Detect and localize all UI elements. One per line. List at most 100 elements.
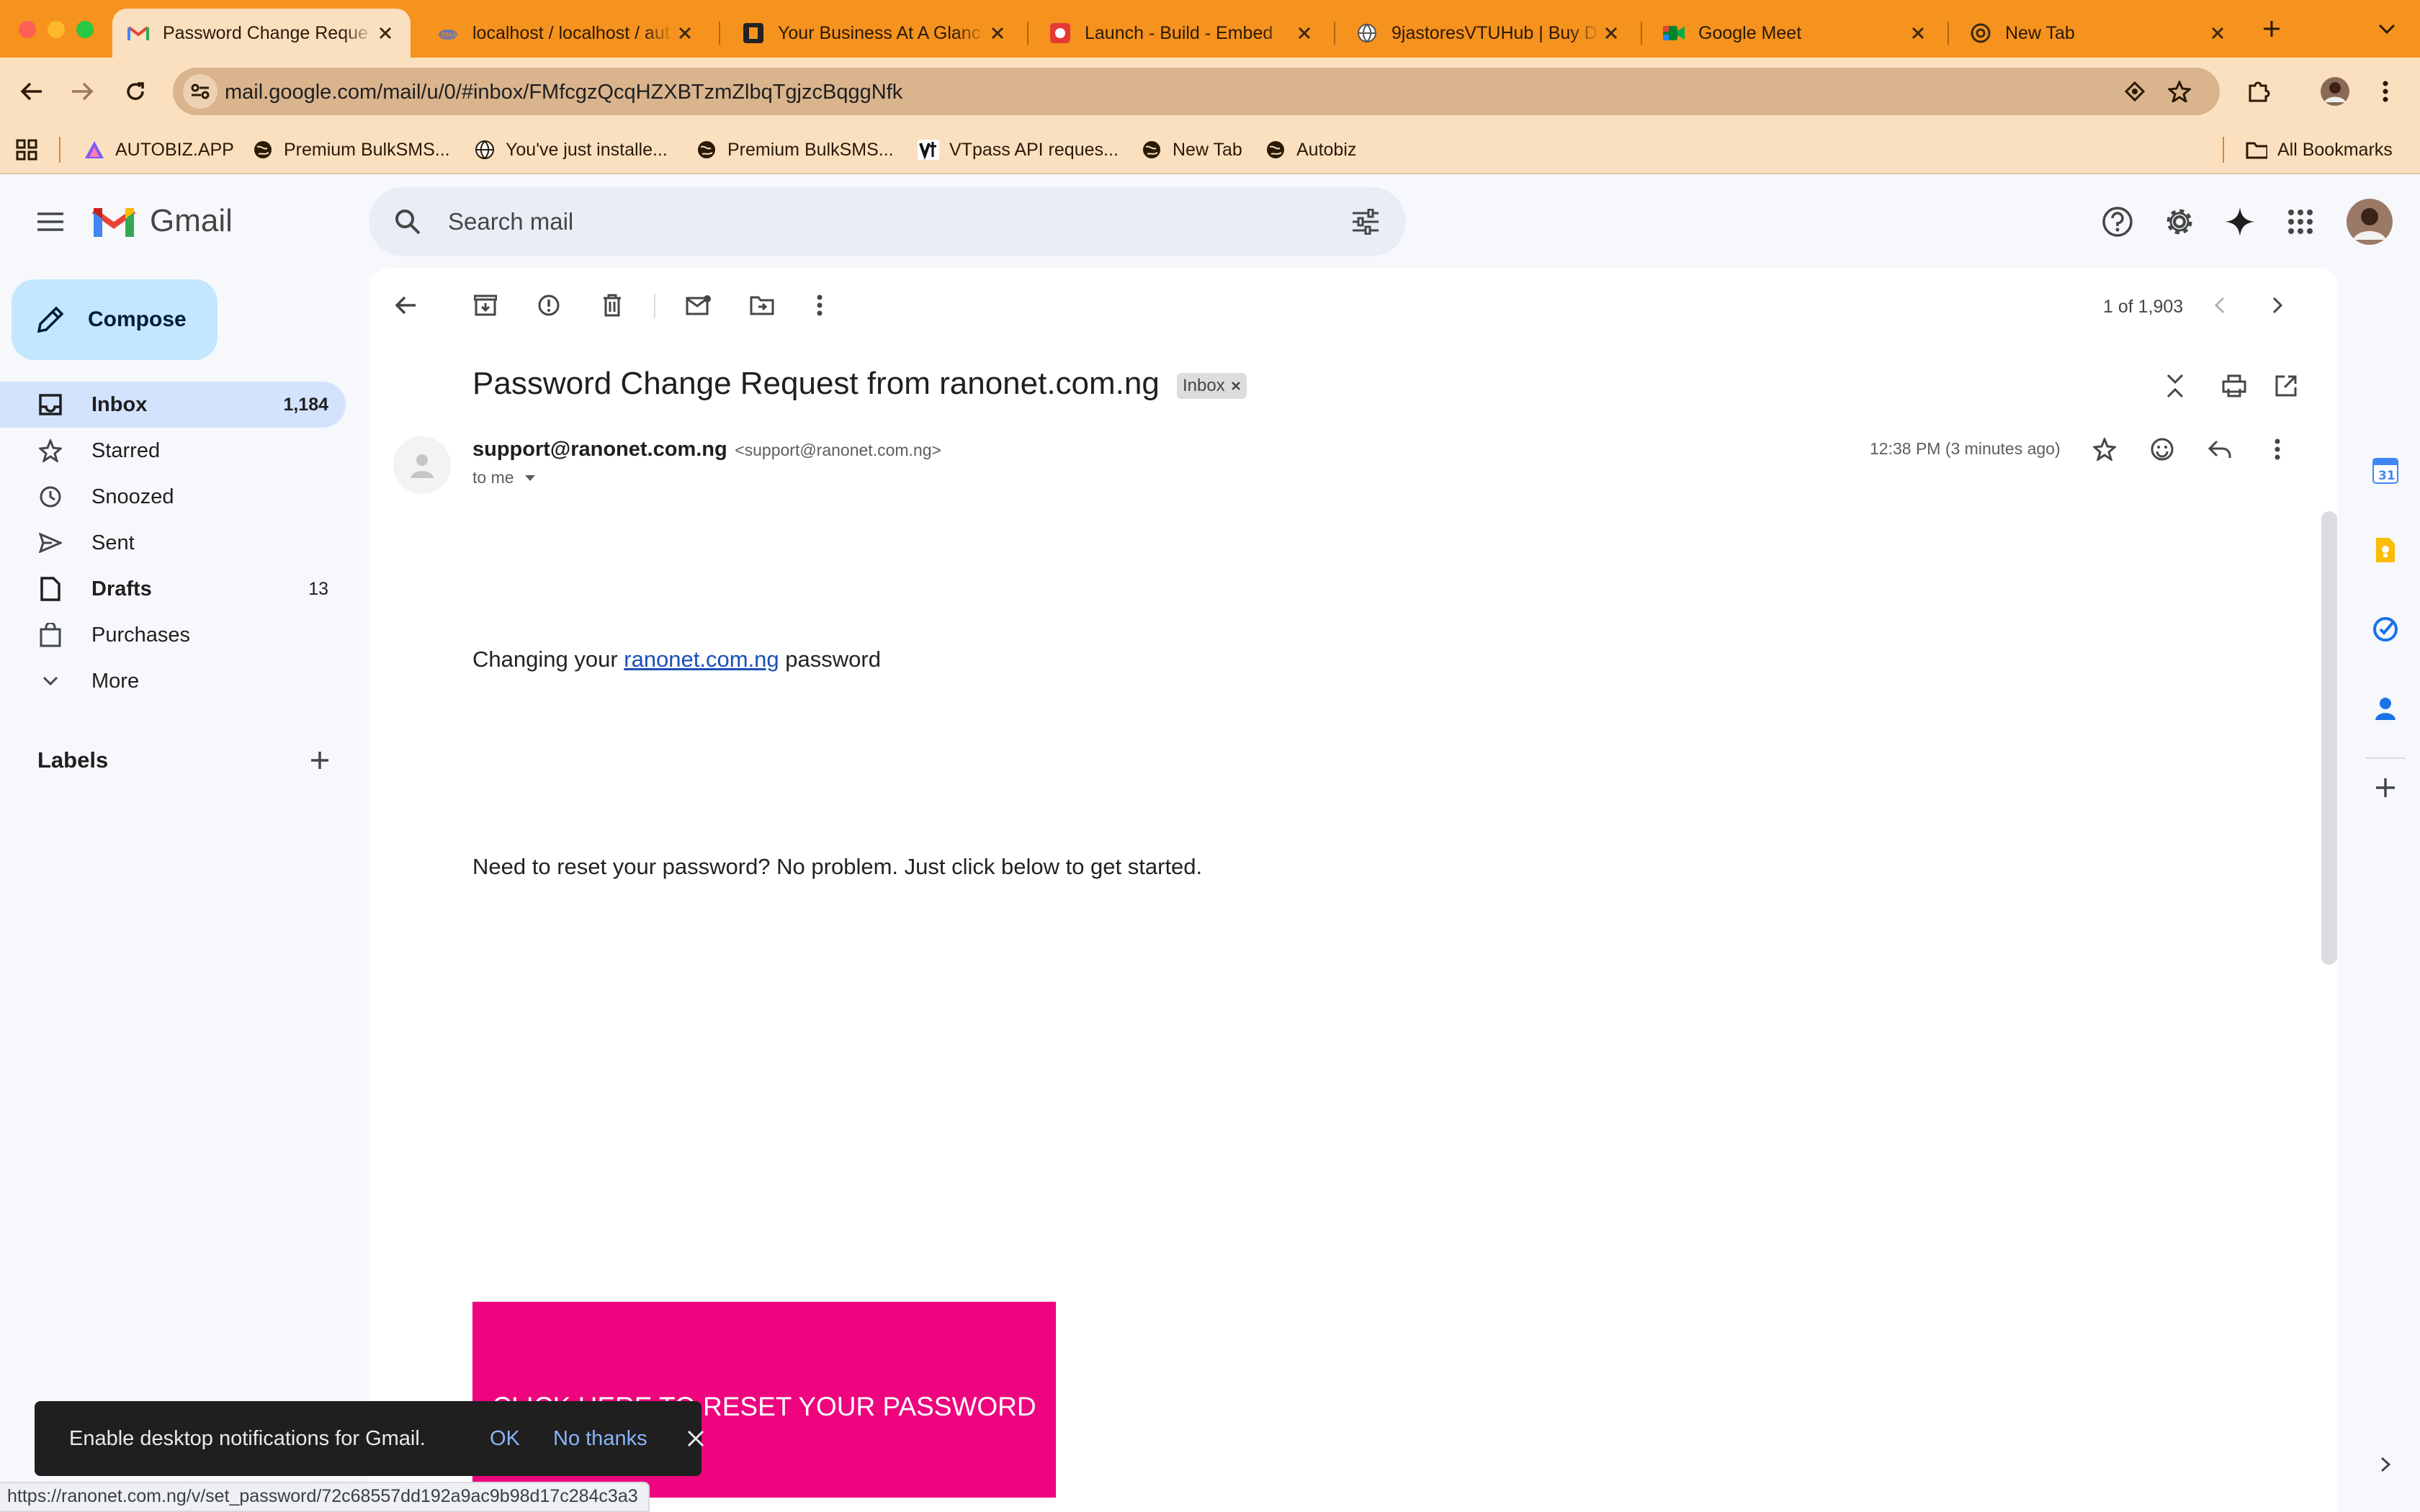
- mark-unread-icon[interactable]: [676, 282, 722, 328]
- close-tab-icon[interactable]: [987, 22, 1008, 44]
- address-bar[interactable]: mail.google.com/mail/u/0/#inbox/FMfcgzQc…: [173, 68, 2220, 115]
- bookmark-item[interactable]: AUTOBIZ.APP: [84, 137, 234, 163]
- back-to-inbox-icon[interactable]: [383, 282, 429, 328]
- window-minimize-button[interactable]: [48, 21, 65, 38]
- sidebar-item-drafts[interactable]: Drafts 13: [0, 566, 346, 612]
- apps-grid-icon[interactable]: [16, 137, 37, 163]
- window-maximize-button[interactable]: [76, 21, 94, 38]
- search-icon[interactable]: [379, 193, 436, 251]
- add-label-plus-icon[interactable]: [291, 732, 349, 789]
- move-to-folder-icon[interactable]: [739, 282, 785, 328]
- browser-tab[interactable]: PMA localhost / localhost / aut: [422, 9, 710, 58]
- extensions-puzzle-icon[interactable]: [2241, 74, 2276, 109]
- main-menu-icon[interactable]: [22, 193, 79, 251]
- browser-tab[interactable]: Password Change Reque: [112, 9, 411, 58]
- newer-chevron-icon[interactable]: [2197, 282, 2243, 328]
- google-tasks-icon[interactable]: [2364, 608, 2407, 651]
- no-thanks-button[interactable]: No thanks: [553, 1427, 647, 1451]
- google-calendar-icon[interactable]: 31: [2364, 449, 2407, 492]
- labels-heading: Labels: [37, 747, 109, 773]
- sender-avatar[interactable]: [393, 436, 451, 494]
- hide-side-panel-chevron-icon[interactable]: [2364, 1443, 2407, 1486]
- close-tab-icon[interactable]: [2207, 22, 2228, 44]
- tab-title: New Tab: [2005, 22, 2075, 43]
- close-tab-icon[interactable]: [1294, 22, 1315, 44]
- google-keep-icon[interactable]: [2364, 528, 2407, 572]
- search-bar[interactable]: [369, 187, 1406, 256]
- open-new-window-icon[interactable]: [2263, 363, 2309, 409]
- search-input[interactable]: [448, 203, 1312, 240]
- ranonet-link[interactable]: ranonet.com.ng: [624, 647, 779, 672]
- settings-gear-icon[interactable]: [2151, 193, 2208, 251]
- google-meet-icon: [1662, 22, 1685, 45]
- close-icon[interactable]: [683, 1426, 709, 1452]
- browser-toolbar: mail.google.com/mail/u/0/#inbox/FMfcgzQc…: [0, 58, 2420, 125]
- google-contacts-icon[interactable]: [2364, 687, 2407, 730]
- more-options-icon[interactable]: [2254, 426, 2300, 472]
- sender-email: <support@ranonet.com.ng>: [735, 441, 941, 459]
- sidebar-item-snoozed[interactable]: Snoozed: [0, 474, 346, 520]
- browser-tab[interactable]: Your Business At A Glanc: [727, 9, 1023, 58]
- email-scrollbar[interactable]: [2321, 511, 2337, 965]
- sidebar-item-label: More: [91, 669, 140, 693]
- star-email-icon[interactable]: [2081, 426, 2128, 472]
- report-spam-icon[interactable]: [526, 282, 572, 328]
- lens-icon[interactable]: [2118, 74, 2152, 109]
- print-icon[interactable]: [2211, 363, 2257, 409]
- bookmark-item[interactable]: Premium BulkSMS...: [252, 137, 450, 163]
- get-addons-plus-icon[interactable]: [2364, 766, 2407, 809]
- close-tab-icon[interactable]: [375, 22, 396, 44]
- new-tab-plus-icon[interactable]: [2254, 12, 2289, 46]
- sidebar-item-label: Starred: [91, 438, 161, 462]
- close-tab-icon[interactable]: [1600, 22, 1622, 44]
- bookmark-item[interactable]: Premium BulkSMS...: [696, 137, 894, 163]
- sender-name[interactable]: support@ranonet.com.ng: [472, 438, 727, 461]
- close-tab-icon[interactable]: [1907, 22, 1929, 44]
- body-text: Changing your: [472, 647, 624, 672]
- profile-avatar[interactable]: [2318, 74, 2352, 109]
- recipient-details-toggle[interactable]: to me: [472, 468, 536, 487]
- browser-tab[interactable]: Launch - Build - Embed: [1034, 9, 1330, 58]
- back-arrow-icon[interactable]: [14, 74, 49, 109]
- sidebar-item-inbox[interactable]: Inbox 1,184: [0, 382, 346, 428]
- delete-trash-icon[interactable]: [589, 282, 635, 328]
- all-bookmarks-button[interactable]: All Bookmarks: [2246, 137, 2393, 163]
- help-icon[interactable]: [2089, 193, 2146, 251]
- bookmark-item[interactable]: You've just installe...: [474, 137, 668, 163]
- sidebar-item-more[interactable]: More: [0, 658, 346, 704]
- browser-tab[interactable]: 9jastoresVTUHub | Buy D: [1341, 9, 1636, 58]
- sidebar-item-sent[interactable]: Sent: [0, 520, 346, 566]
- browser-tab[interactable]: New Tab: [1955, 9, 2243, 58]
- add-reaction-emoji-icon[interactable]: [2139, 426, 2185, 472]
- search-options-icon[interactable]: [1337, 193, 1394, 251]
- account-avatar[interactable]: [2341, 193, 2398, 251]
- compose-button[interactable]: Compose: [12, 279, 218, 360]
- browser-tab[interactable]: Google Meet: [1648, 9, 1943, 58]
- archive-icon[interactable]: [462, 282, 508, 328]
- site-info-icon[interactable]: [183, 74, 218, 109]
- bookmark-item[interactable]: VTpass API reques...: [918, 137, 1119, 163]
- browser-menu-icon[interactable]: [2368, 74, 2403, 109]
- sidebar-item-starred[interactable]: Starred: [0, 428, 346, 474]
- close-tab-icon[interactable]: [674, 22, 696, 44]
- forward-arrow-icon[interactable]: [65, 74, 99, 109]
- sidebar-item-purchases[interactable]: Purchases: [0, 612, 346, 658]
- google-apps-icon[interactable]: [2272, 193, 2329, 251]
- reload-icon[interactable]: [118, 74, 153, 109]
- bookmark-label: New Tab: [1173, 139, 1242, 160]
- gmail-logo[interactable]: Gmail: [91, 203, 233, 239]
- reply-icon[interactable]: [2197, 426, 2243, 472]
- email-body-paragraph: Need to reset your password? No problem.…: [472, 854, 1203, 879]
- expand-all-icon[interactable]: [2152, 363, 2198, 409]
- tab-separator: [1641, 22, 1642, 45]
- bookmark-star-icon[interactable]: [2162, 74, 2197, 109]
- window-close-button[interactable]: [19, 21, 36, 38]
- remove-label-icon[interactable]: [1231, 381, 1241, 391]
- more-actions-icon[interactable]: [797, 282, 843, 328]
- bookmark-item[interactable]: Autobiz: [1265, 137, 1356, 163]
- enable-notifications-ok-button[interactable]: OK: [490, 1427, 520, 1451]
- bookmark-item[interactable]: New Tab: [1141, 137, 1242, 163]
- tab-search-chevron-icon[interactable]: [2370, 12, 2404, 46]
- older-chevron-icon[interactable]: [2254, 282, 2300, 328]
- gemini-sparkle-icon[interactable]: [2211, 193, 2269, 251]
